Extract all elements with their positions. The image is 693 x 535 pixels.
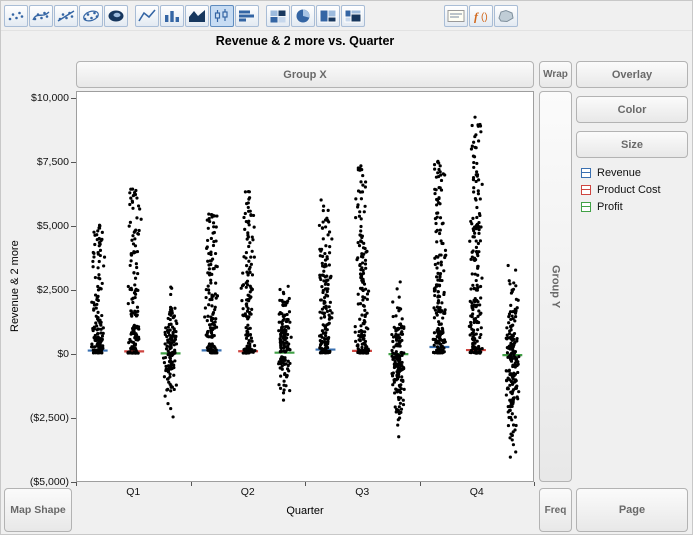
bar-icon	[162, 8, 182, 24]
drop-zone-page[interactable]: Page	[576, 488, 688, 532]
legend-marker-icon	[581, 185, 591, 195]
legend: Revenue Product Cost Profit	[581, 167, 661, 213]
palette-ellipse-button[interactable]	[79, 5, 103, 27]
contour-icon	[106, 8, 126, 24]
treemap-icon	[318, 8, 338, 24]
element-palette-toolbar: f()	[1, 1, 692, 31]
y-tick-label: $2,500	[1, 284, 69, 296]
x-axis-title: Quarter	[76, 505, 534, 517]
chart-title: Revenue & 2 more vs. Quarter	[76, 34, 534, 48]
legend-label: Revenue	[597, 167, 641, 179]
y-tick-mark	[71, 418, 76, 419]
x-tick-label: Q4	[470, 486, 484, 498]
palette-points-button[interactable]	[4, 5, 28, 27]
smoother-icon	[31, 8, 51, 24]
area-icon	[187, 8, 207, 24]
y-tick-label: $7,500	[1, 156, 69, 168]
y-tick-mark	[71, 290, 76, 291]
x-tick-mark	[191, 482, 192, 486]
x-tick-mark	[420, 482, 421, 486]
caption-box-icon	[446, 8, 466, 24]
palette-line-of-fit-button[interactable]	[54, 5, 78, 27]
graph-builder-window: f() Revenue & 2 more vs. Quarter Group X…	[0, 0, 693, 535]
box-plot-icon	[212, 8, 232, 24]
plot-area[interactable]	[76, 91, 534, 482]
palette-formula-button[interactable]: f()	[469, 5, 493, 27]
y-tick-mark	[71, 98, 76, 99]
drop-zone-group-y[interactable]: Group Y	[539, 91, 572, 482]
legend-item-product-cost[interactable]: Product Cost	[581, 184, 661, 196]
palette-line-button[interactable]	[135, 5, 159, 27]
y-tick-label: $0	[1, 348, 69, 360]
legend-marker-icon	[581, 202, 591, 212]
palette-treemap-button[interactable]	[316, 5, 340, 27]
palette-caption-box-button[interactable]	[444, 5, 468, 27]
ellipse-icon	[81, 8, 101, 24]
drop-zone-wrap[interactable]: Wrap	[539, 61, 572, 88]
palette-contour-button[interactable]	[104, 5, 128, 27]
histogram-icon	[237, 8, 257, 24]
palette-pie-button[interactable]	[291, 5, 315, 27]
drop-zone-size[interactable]: Size	[576, 131, 688, 158]
drop-zone-overlay[interactable]: Overlay	[576, 61, 688, 88]
palette-smoother-button[interactable]	[29, 5, 53, 27]
pie-icon	[293, 8, 313, 24]
drop-zone-group-x[interactable]: Group X	[76, 61, 534, 88]
x-tick-label: Q3	[355, 486, 369, 498]
y-tick-label: ($5,000)	[1, 476, 69, 488]
scatter-points-canvas[interactable]	[77, 92, 533, 481]
palette-bar-button[interactable]	[160, 5, 184, 27]
mosaic-icon	[343, 8, 363, 24]
y-tick-label: $5,000	[1, 220, 69, 232]
y-tick-mark	[71, 354, 76, 355]
y-tick-mark	[71, 226, 76, 227]
svg-text:f: f	[474, 9, 479, 23]
palette-area-button[interactable]	[185, 5, 209, 27]
line-icon	[137, 8, 157, 24]
legend-item-revenue[interactable]: Revenue	[581, 167, 661, 179]
y-tick-label: $10,000	[1, 92, 69, 104]
palette-mosaic-button[interactable]	[341, 5, 365, 27]
palette-heatmap-button[interactable]	[266, 5, 290, 27]
y-tick-label: ($2,500)	[1, 412, 69, 424]
x-tick-mark	[305, 482, 306, 486]
points-icon	[6, 8, 26, 24]
x-tick-mark	[534, 482, 535, 486]
heatmap-icon	[268, 8, 288, 24]
legend-item-profit[interactable]: Profit	[581, 201, 661, 213]
legend-label: Product Cost	[597, 184, 661, 196]
legend-marker-icon	[581, 168, 591, 178]
x-tick-mark	[76, 482, 77, 486]
y-tick-mark	[71, 162, 76, 163]
palette-histogram-button[interactable]	[235, 5, 259, 27]
svg-text:(): ()	[481, 12, 488, 23]
palette-map-shapes-button[interactable]	[494, 5, 518, 27]
legend-label: Profit	[597, 201, 623, 213]
drop-zone-freq[interactable]: Freq	[539, 488, 572, 532]
x-tick-label: Q1	[126, 486, 140, 498]
map-shapes-icon	[496, 8, 516, 24]
drop-zone-map-shape[interactable]: Map Shape	[4, 488, 72, 532]
line-of-fit-icon	[56, 8, 76, 24]
palette-box-plot-button[interactable]	[210, 5, 234, 27]
formula-icon: f()	[471, 8, 491, 24]
drop-zone-color[interactable]: Color	[576, 96, 688, 123]
x-tick-label: Q2	[241, 486, 255, 498]
